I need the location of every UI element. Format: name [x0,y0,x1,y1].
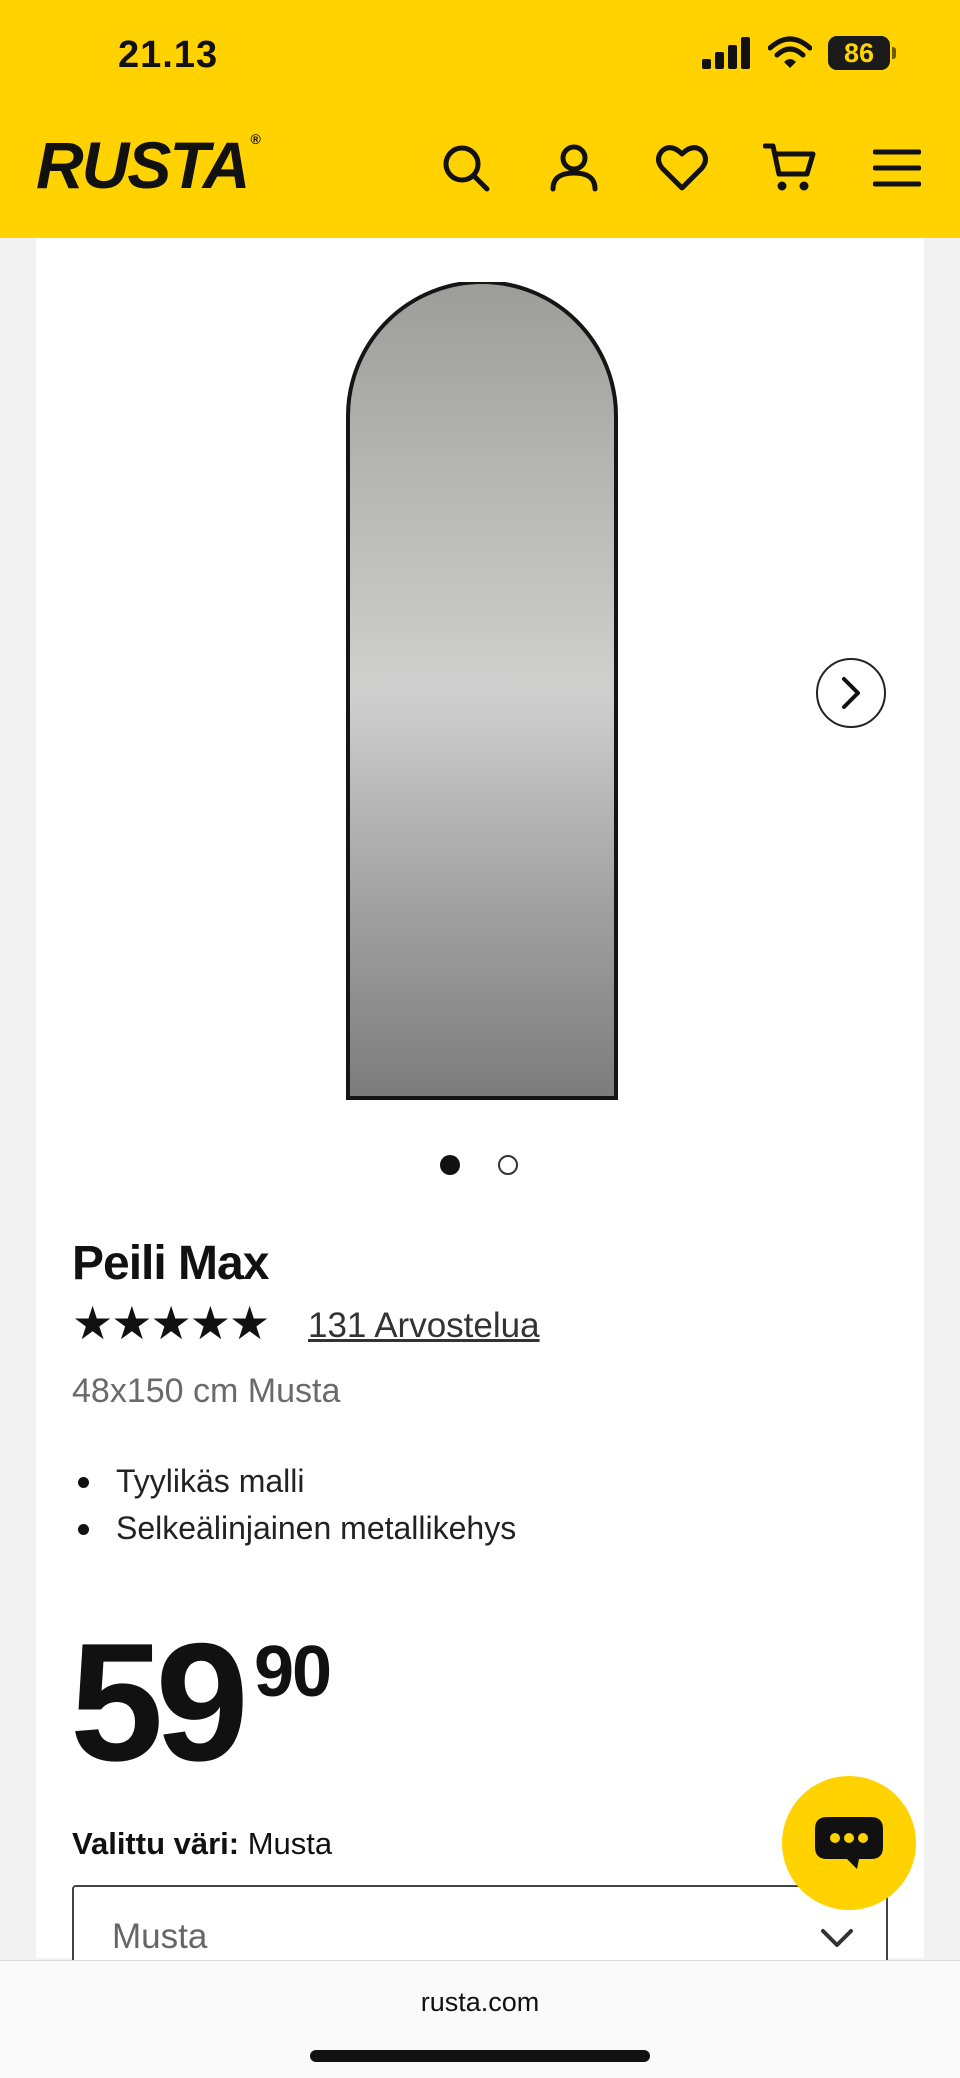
product-image[interactable] [346,282,618,1100]
search-icon [443,145,490,192]
feature-item: Selkeälinjainen metallikehys [72,1505,516,1552]
menu-icon [873,149,921,187]
cart-icon [763,143,816,191]
gallery-dot-1[interactable] [440,1155,460,1175]
home-indicator[interactable] [310,2050,650,2062]
chat-button[interactable] [782,1776,916,1910]
chat-icon [815,1817,883,1869]
url-field[interactable]: rusta.com [0,1987,960,2018]
heart-icon [656,145,708,191]
site-header: 21.13 86 RUSTA ® [0,0,960,238]
product-title: Peili Max [72,1237,269,1290]
color-select-value: Musta [112,1917,208,1956]
feature-item: Tyylikäs malli [72,1458,516,1505]
rusta-logo[interactable]: RUSTA ® [36,132,261,198]
wifi-icon [768,36,812,68]
search-button[interactable] [438,140,494,196]
chevron-down-icon [821,1929,853,1947]
menu-button[interactable] [869,140,925,196]
selected-color-label: Valittu väri: Musta [72,1826,333,1861]
browser-bar: rusta.com [0,1960,960,2078]
cart-button[interactable] [762,140,818,196]
product-variant: 48x150 cm Musta [72,1372,341,1410]
status-icons: 86 [702,36,896,70]
status-time: 21.13 [118,34,219,76]
signal-icon [702,37,750,69]
price-decimal: 90 [254,1632,332,1712]
account-button[interactable] [546,140,602,196]
battery-indicator: 86 [828,36,896,70]
account-icon [550,144,598,192]
price-integer: 59 [70,1608,249,1796]
reviews-link[interactable]: 131 Arvostelua [308,1306,540,1346]
gallery-dot-2[interactable] [498,1155,518,1175]
wishlist-button[interactable] [654,140,710,196]
feature-list: Tyylikäs malli Selkeälinjainen metallike… [72,1458,516,1552]
chevron-right-icon [842,677,860,709]
rating-stars: ★★★★★ [72,1297,270,1349]
gallery-next-button[interactable] [816,658,886,728]
